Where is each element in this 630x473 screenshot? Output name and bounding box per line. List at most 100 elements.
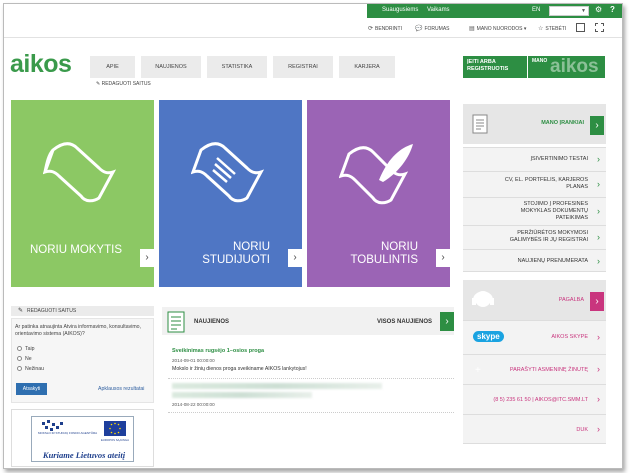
news-item-title[interactable]: Sveikinimas rugsėjo 1–osios proga <box>172 348 264 354</box>
side-item-label: ĮSIVERTINIMO TESTAI <box>530 156 588 162</box>
news-title: NAUJIENOS <box>194 319 230 325</box>
kids-link[interactable]: Vaikams <box>427 7 450 13</box>
newspaper-icon <box>167 311 185 333</box>
pencil-icon: ✎ <box>96 81 101 87</box>
account-select[interactable]: ▼ <box>549 6 589 16</box>
help-label: PAGALBA <box>558 297 584 303</box>
tile-improve[interactable]: NORIU TOBULINTIS › <box>307 100 450 287</box>
share-button[interactable]: ⟳ BENDRINTI <box>368 25 402 32</box>
help-item-label: (8 5) 235 61 50 | AIKOS@ITC.SMM.LT <box>493 397 588 403</box>
chevron-right-icon: › <box>597 394 600 404</box>
poll-question: Ar patinka atnaujinta Atvira informavimo… <box>15 324 141 337</box>
side-item-cv[interactable]: CV, EL. PORTFELIS, KARJEROS PLANAS › <box>463 171 606 197</box>
radio-button[interactable] <box>17 346 22 351</box>
chevron-right-icon: › <box>597 424 600 434</box>
mano-aikos-button[interactable]: MANO aikos <box>528 56 605 78</box>
help-item-label: DUK <box>576 427 588 433</box>
banner-caption: Kuriame Lietuvos ateitį <box>42 450 126 460</box>
nav-statistics[interactable]: STATISTIKA <box>207 56 267 78</box>
side-item-subscribe[interactable]: NAUJIENŲ PRENUMERATA › <box>463 249 606 272</box>
poll-submit-button[interactable]: Atsakyti <box>16 383 47 395</box>
my-links-label: MANO NUORODOS <box>476 26 523 32</box>
document-scroll-icon <box>191 142 265 203</box>
browser-frame: Suaugusiems Vaikams EN ▼ ⚙ ? ⟳ BENDRINTI … <box>3 3 623 469</box>
news-divider <box>168 378 454 379</box>
gear-icon[interactable]: ⚙ <box>595 5 602 14</box>
plus-icon: + <box>475 365 481 376</box>
poll-widget: Ar patinka atnaujinta Atvira informavimo… <box>11 318 154 403</box>
tile-study[interactable]: NORIU STUDIJUOTI › <box>159 100 302 287</box>
edit-links-label: REDAGUOTI SAITUS <box>101 81 151 87</box>
nav-career[interactable]: KARJERA <box>339 56 395 78</box>
chevron-down-icon: ▼ <box>581 8 586 14</box>
side-item-admission[interactable]: STOJIMO Į PROFESINES MOKYKLAS DOKUMENTŲ PA… <box>463 197 606 225</box>
help-item-message[interactable]: + PARAŠYTI ASMENINĘ ŽINUTĘ › <box>463 354 606 384</box>
window-icon[interactable] <box>595 23 604 32</box>
tile-study-title: NORIU STUDIJUOTI <box>202 241 270 266</box>
chat-bubbles-icon: 💬 <box>415 26 423 32</box>
utility-bar: ⟳ BENDRINTI 💬 FORUMAS ▤ MANO NUORODOS ▾ ☆ ST… <box>4 18 622 38</box>
chevron-right-icon: › <box>597 332 600 342</box>
help-item-skype[interactable]: skype AIKOS SKYPE › <box>463 320 606 354</box>
forum-label: FORUMAS <box>424 26 450 32</box>
star-icon: ☆ <box>538 26 544 32</box>
adults-link[interactable]: Suaugusiems <box>382 7 418 13</box>
my-tools-label: MANO ĮRANKIAI <box>541 120 584 126</box>
follow-label: STEBĖTI <box>545 26 567 32</box>
my-tools-header[interactable]: MANO ĮRANKIAI › <box>463 104 606 144</box>
aikos-logo[interactable]: aikos <box>10 50 72 79</box>
nav-about[interactable]: APIE <box>90 56 135 78</box>
news-item-blurred <box>172 383 382 389</box>
login-register-button[interactable]: ĮEITI ARBA REGISTRUOTIS <box>463 56 527 78</box>
tile-learn[interactable]: NORIU MOKYTIS › <box>11 100 154 287</box>
language-en-link[interactable]: EN <box>532 7 540 13</box>
forum-button[interactable]: 💬 FORUMAS <box>415 25 449 32</box>
my-links-button[interactable]: ▤ MANO NUORODOS ▾ <box>469 25 526 32</box>
chevron-right-icon: › <box>597 364 600 374</box>
mano-watermark: aikos <box>550 56 599 77</box>
chevron-right-icon: › <box>597 179 600 189</box>
eu-banner[interactable]: MOKSLO IR STUDIJŲ FONDO AGENTŪRA EUROPOS… <box>11 409 154 467</box>
poll-edit-bar[interactable]: ✎ REDAGUOTI SAITUS <box>11 306 154 316</box>
side-item-tests[interactable]: ĮSIVERTINIMO TESTAI › <box>463 147 606 171</box>
side-item-label: NAUJIENŲ PRENUMERATA <box>517 258 588 264</box>
fullscreen-icon[interactable] <box>576 23 585 32</box>
help-icon[interactable]: ? <box>610 5 615 14</box>
poll-option-yes[interactable]: Taip <box>17 346 35 352</box>
chevron-right-icon[interactable]: › <box>140 249 154 267</box>
share-icon: ⟳ <box>368 26 374 32</box>
poll-option-unknown[interactable]: Nežinau <box>17 366 44 372</box>
side-item-viewed[interactable]: PERŽIŪRĖTOS MOKYMOSI GALIMYBĖS IR JŲ REGI… <box>463 225 606 249</box>
radio-button[interactable] <box>17 356 22 361</box>
edit-links-label: REDAGUOTI SAITUS <box>27 308 77 314</box>
chevron-right-icon[interactable]: › <box>436 249 450 267</box>
news-item-date: 2014-08-22 00:00:00 <box>172 402 215 407</box>
chevron-right-icon: › <box>597 154 600 164</box>
headset-icon <box>472 291 494 307</box>
side-item-label: CV, EL. PORTFELIS, KARJEROS PLANAS <box>504 177 588 190</box>
share-label: BENDRINTI <box>375 26 402 32</box>
chevron-right-icon[interactable]: › <box>440 312 454 331</box>
nav-news[interactable]: NAUJIENOS <box>141 56 201 78</box>
news-header: NAUJIENOS VISOS NAUJIENOS › <box>162 307 454 335</box>
poll-results-link[interactable]: Apklausos rezultatai <box>98 386 144 392</box>
follow-button[interactable]: ☆ STEBĖTI <box>538 25 566 32</box>
chevron-right-icon: › <box>590 292 604 311</box>
news-item-date: 2014-09-01 00:00:00 <box>172 358 215 363</box>
help-header[interactable]: PAGALBA › <box>463 280 606 320</box>
poll-option-no[interactable]: Ne <box>17 356 32 362</box>
edit-links-top[interactable]: ✎ REDAGUOTI SAITUS <box>96 81 151 87</box>
radio-button[interactable] <box>17 366 22 371</box>
chevron-right-icon: › <box>590 116 604 135</box>
skype-icon: skype <box>473 331 504 342</box>
nav-registers[interactable]: REGISTRAI <box>273 56 333 78</box>
chevron-right-icon[interactable]: › <box>288 249 302 267</box>
side-item-label: PERŽIŪRĖTOS MOKYMOSI GALIMYBĖS IR JŲ REGI… <box>509 230 588 243</box>
news-item-text: Mokslo ir žinių dienos proga sveikiname … <box>172 366 307 372</box>
help-item-contact[interactable]: (8 5) 235 61 50 | AIKOS@ITC.SMM.LT › <box>463 384 606 414</box>
help-item-faq[interactable]: DUK › <box>463 414 606 444</box>
all-news-link[interactable]: VISOS NAUJIENOS <box>377 319 432 325</box>
side-item-label: STOJIMO Į PROFESINES MOKYKLAS DOKUMENTŲ PA… <box>520 201 588 221</box>
help-item-label: PARAŠYTI ASMENINĘ ŽINUTĘ <box>509 367 588 373</box>
help-item-label: AIKOS SKYPE <box>551 334 588 340</box>
